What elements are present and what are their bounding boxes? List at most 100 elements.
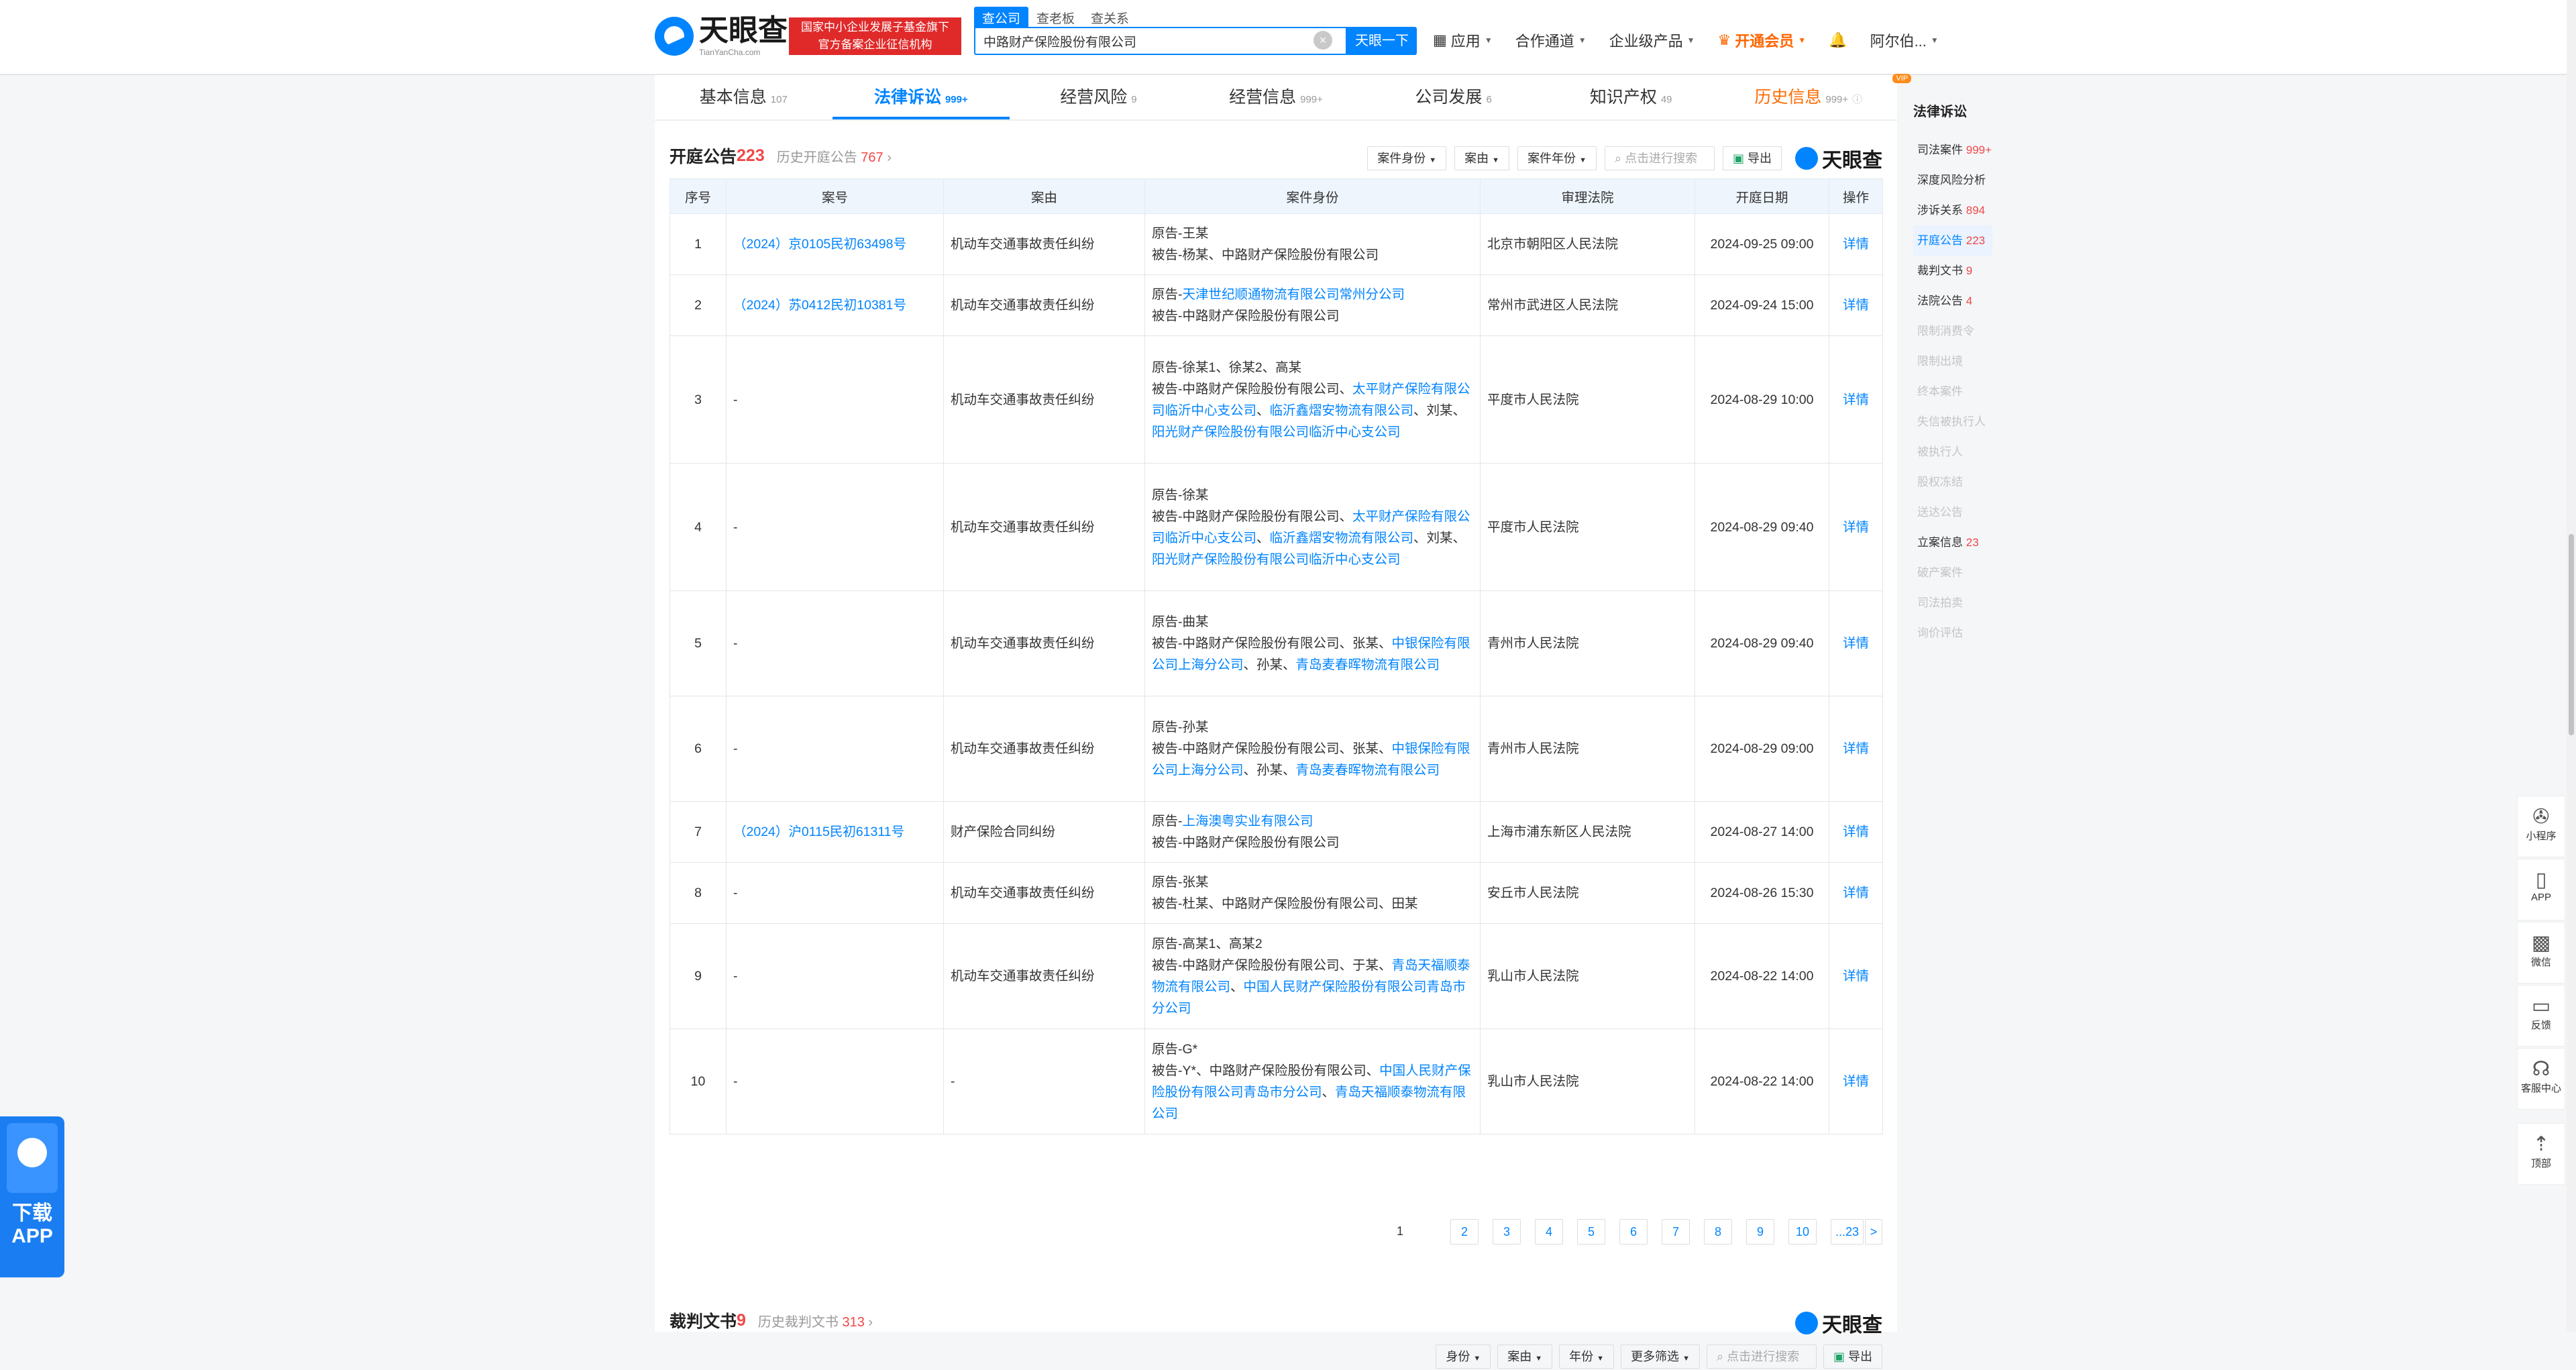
wechat-button[interactable]: ▩ 微信 xyxy=(2517,922,2565,984)
tab-development[interactable]: 公司发展 6 xyxy=(1364,75,1542,119)
qrcode-icon: ▩ xyxy=(2531,932,2551,954)
nav-enterprise[interactable]: 企业级产品 ▼ xyxy=(1609,30,1695,51)
page-link[interactable]: 3 xyxy=(1493,1219,1521,1245)
customer-service-button[interactable]: ☊ 客服中心 xyxy=(2517,1048,2565,1110)
section-search-input[interactable]: ⌕ 点击进行搜索 xyxy=(1604,146,1715,170)
notification-bell[interactable]: 🔔 xyxy=(1829,32,1847,49)
next-page-button[interactable]: > xyxy=(1865,1219,1882,1245)
page-link-last[interactable]: ...23 xyxy=(1831,1219,1864,1245)
sidebar-item-judgment[interactable]: 裁判文书 9 xyxy=(1913,256,2034,286)
filter-cause[interactable]: 案由 ▼ xyxy=(1454,146,1510,170)
page-link[interactable]: 6 xyxy=(1619,1219,1648,1245)
page-link[interactable]: 9 xyxy=(1746,1219,1774,1245)
detail-link[interactable]: 详情 xyxy=(1829,463,1883,591)
sidebar-item-risk-analysis[interactable]: 深度风险分析 xyxy=(1913,165,2034,195)
detail-link[interactable]: 详情 xyxy=(1829,274,1883,336)
filter-year[interactable]: 年份 ▼ xyxy=(1559,1345,1615,1369)
sidebar-item-executed: 被执行人 xyxy=(1917,445,1963,458)
caret-down-icon: ▼ xyxy=(1473,1355,1481,1363)
case-number-link[interactable]: （2024）苏0412民初10381号 xyxy=(726,274,944,336)
clear-icon[interactable]: × xyxy=(1313,31,1332,50)
filter-year[interactable]: 案件年份 ▼ xyxy=(1517,146,1597,170)
page-link[interactable]: 2 xyxy=(1450,1219,1479,1245)
sidebar-item-hearing[interactable]: 开庭公告 223 xyxy=(1913,225,1992,256)
detail-link[interactable]: 详情 xyxy=(1829,213,1883,275)
back-to-top-button[interactable]: ⇡ 顶部 xyxy=(2517,1123,2565,1185)
search-tab-relation[interactable]: 查关系 xyxy=(1083,7,1137,29)
filter-label: 案由 xyxy=(1464,152,1489,165)
company-link[interactable]: 临沂鑫熠安物流有限公司 xyxy=(1270,403,1414,418)
company-link[interactable]: 青岛麦春晖物流有限公司 xyxy=(1296,657,1440,672)
feedback-button[interactable]: ▭ 反馈 xyxy=(2517,985,2565,1047)
sidebar-item-consumption-limit: 限制消费令 xyxy=(1917,325,1974,337)
history-hearing-link[interactable]: 历史开庭公告 767 › xyxy=(777,146,892,166)
court: 平度市人民法院 xyxy=(1480,463,1695,591)
caret-down-icon: ▼ xyxy=(1579,156,1587,164)
filter-label: 案由 xyxy=(1507,1350,1532,1363)
sidebar-item-terminated-cases: 终本案件 xyxy=(1917,385,1963,398)
nav-cooperation[interactable]: 合作通道 ▼ xyxy=(1515,30,1587,51)
sidebar-item-bankruptcy: 破产案件 xyxy=(1917,566,1963,579)
company-link[interactable]: 阳光财产保险股份有限公司临沂中心支公司 xyxy=(1152,425,1401,439)
judgment-section-header: 裁判文书 9 历史裁判文书 313 › 天眼查 xyxy=(669,1302,1882,1339)
detail-link[interactable]: 详情 xyxy=(1829,590,1883,696)
filter-more[interactable]: 更多筛选 ▼ xyxy=(1621,1345,1700,1369)
tab-basic-info[interactable]: 基本信息 107 xyxy=(655,75,833,119)
app-button[interactable]: ▯ APP xyxy=(2517,859,2565,920)
company-link[interactable]: 阳光财产保险股份有限公司临沂中心支公司 xyxy=(1152,552,1401,567)
detail-link[interactable]: 详情 xyxy=(1829,801,1883,863)
sidebar-item-judicial-cases[interactable]: 司法案件 999+ xyxy=(1913,135,2034,165)
tab-business-info[interactable]: 经营信息 999+ xyxy=(1187,75,1365,119)
company-link[interactable]: 临沂鑫熠安物流有限公司 xyxy=(1270,531,1414,545)
detail-link[interactable]: 详情 xyxy=(1829,696,1883,802)
nav-apps[interactable]: ▦ 应用 ▼ xyxy=(1433,30,1493,51)
sidebar-item-court-notice[interactable]: 法院公告 4 xyxy=(1913,286,2034,316)
tab-business-risk[interactable]: 经营风险 9 xyxy=(1010,75,1187,119)
scrollbar-thumb[interactable] xyxy=(2569,534,2574,735)
tab-history[interactable]: 历史信息 999+ ⓘ VIP xyxy=(1719,74,1912,119)
history-count: 767 xyxy=(861,150,883,165)
company-link[interactable]: 天津世纪顺通物流有限公司常州分公司 xyxy=(1183,287,1405,302)
detail-link[interactable]: 详情 xyxy=(1829,862,1883,924)
search-button[interactable]: 天眼一下 xyxy=(1347,27,1417,55)
search-tab-company[interactable]: 查公司 xyxy=(974,7,1029,29)
download-app-banner[interactable]: 下载 APP xyxy=(0,1116,64,1277)
detail-link[interactable]: 详情 xyxy=(1829,335,1883,464)
filter-cause[interactable]: 案由 ▼ xyxy=(1497,1345,1553,1369)
mini-program-button[interactable]: ✇ 小程序 xyxy=(2517,796,2565,857)
page-link[interactable]: 8 xyxy=(1704,1219,1732,1245)
hearing-date: 2024-08-29 09:40 xyxy=(1695,590,1829,696)
hearing-date: 2024-08-22 14:00 xyxy=(1695,923,1829,1029)
detail-link[interactable]: 详情 xyxy=(1829,923,1883,1029)
page-link[interactable]: 4 xyxy=(1535,1219,1563,1245)
page-link[interactable]: 10 xyxy=(1788,1219,1817,1245)
case-number-link[interactable]: （2024）沪0115民初61311号 xyxy=(726,801,944,863)
tab-count: 999+ xyxy=(1300,94,1323,105)
sidebar-item-litigation-relation[interactable]: 涉诉关系 894 xyxy=(1913,195,2034,225)
tab-ip[interactable]: 知识产权 49 xyxy=(1542,75,1720,119)
table-row: 3 - 机动车交通事故责任纠纷 原告-徐某1、徐某2、高某 被告-中路财产保险股份… xyxy=(669,335,1883,464)
tab-legal[interactable]: 法律诉讼 999+ xyxy=(832,75,1010,119)
case-cause: - xyxy=(943,1029,1145,1135)
detail-link[interactable]: 详情 xyxy=(1829,1029,1883,1135)
company-link[interactable]: 青岛麦春晖物流有限公司 xyxy=(1296,763,1440,778)
sidebar-item-filing[interactable]: 立案信息 23 xyxy=(1913,527,2034,558)
rocket-icon: ⇡ xyxy=(2532,1133,2550,1155)
export-button[interactable]: ▣ 导出 xyxy=(1823,1345,1882,1369)
export-button[interactable]: ▣ 导出 xyxy=(1722,146,1782,170)
filter-role[interactable]: 身份 ▼ xyxy=(1436,1345,1491,1369)
nav-vip[interactable]: ♛ 开通会员 ▼ xyxy=(1718,30,1807,51)
caret-down-icon: ▼ xyxy=(1429,156,1437,164)
page-link[interactable]: 5 xyxy=(1577,1219,1605,1245)
company-link[interactable]: 上海澳粤实业有限公司 xyxy=(1183,814,1313,829)
tianyancha-logo[interactable]: 天眼查 TianYanCha.com xyxy=(655,16,788,56)
search-tab-boss[interactable]: 查老板 xyxy=(1028,7,1083,29)
user-menu[interactable]: 阿尔伯... ▼ xyxy=(1870,30,1939,51)
page-link[interactable]: 7 xyxy=(1662,1219,1690,1245)
case-number-link[interactable]: （2024）京0105民初63498号 xyxy=(726,213,944,275)
section-search-input[interactable]: ⌕ 点击进行搜索 xyxy=(1706,1345,1817,1369)
history-judgment-link[interactable]: 历史裁判文书 313 › xyxy=(758,1311,873,1330)
search-input[interactable]: 中路财产保险股份有限公司 xyxy=(974,27,1347,55)
filter-case-role[interactable]: 案件身份 ▼ xyxy=(1367,146,1447,170)
separator: 、 xyxy=(1322,1085,1336,1100)
